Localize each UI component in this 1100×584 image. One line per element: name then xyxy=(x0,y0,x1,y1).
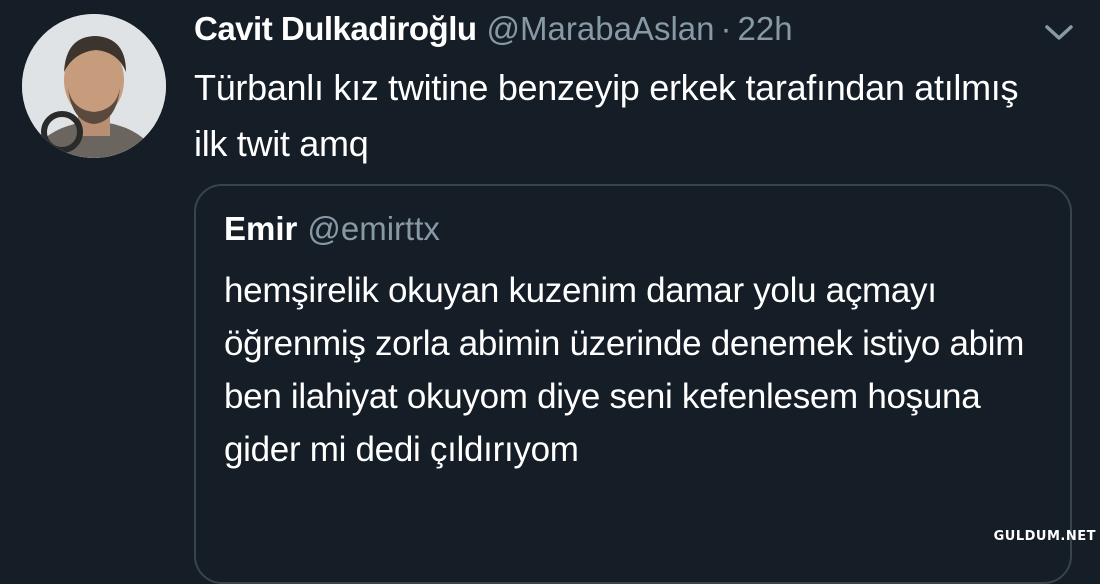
author-handle[interactable]: @MarabaAslan xyxy=(487,10,715,47)
separator-dot: · xyxy=(720,10,732,47)
avatar[interactable] xyxy=(22,14,166,158)
avatar-image xyxy=(22,14,166,158)
quoted-tweet-text: hemşirelik okuyan kuzenim damar yolu açm… xyxy=(224,271,1025,469)
watermark: GULDUM.NET xyxy=(993,529,1096,544)
quoted-tweet-header: Emir @emirttx xyxy=(224,210,440,248)
quoted-author-name: Emir xyxy=(224,210,298,247)
chevron-down-icon[interactable] xyxy=(1043,22,1075,44)
tweet-text: Türbanlı kız twitine benzeyip erkek tara… xyxy=(194,67,1019,164)
timestamp[interactable]: 22h xyxy=(738,10,793,47)
tweet-header: Cavit Dulkadiroğlu @MarabaAslan · 22h xyxy=(194,10,793,54)
quoted-tweet[interactable]: Emir @emirttx hemşirelik okuyan kuzenim d… xyxy=(194,184,1072,584)
quoted-author-handle: @emirttx xyxy=(307,210,440,247)
author-name[interactable]: Cavit Dulkadiroğlu xyxy=(194,10,477,47)
tweet: Cavit Dulkadiroğlu @MarabaAslan · 22h Türba… xyxy=(0,0,1100,584)
